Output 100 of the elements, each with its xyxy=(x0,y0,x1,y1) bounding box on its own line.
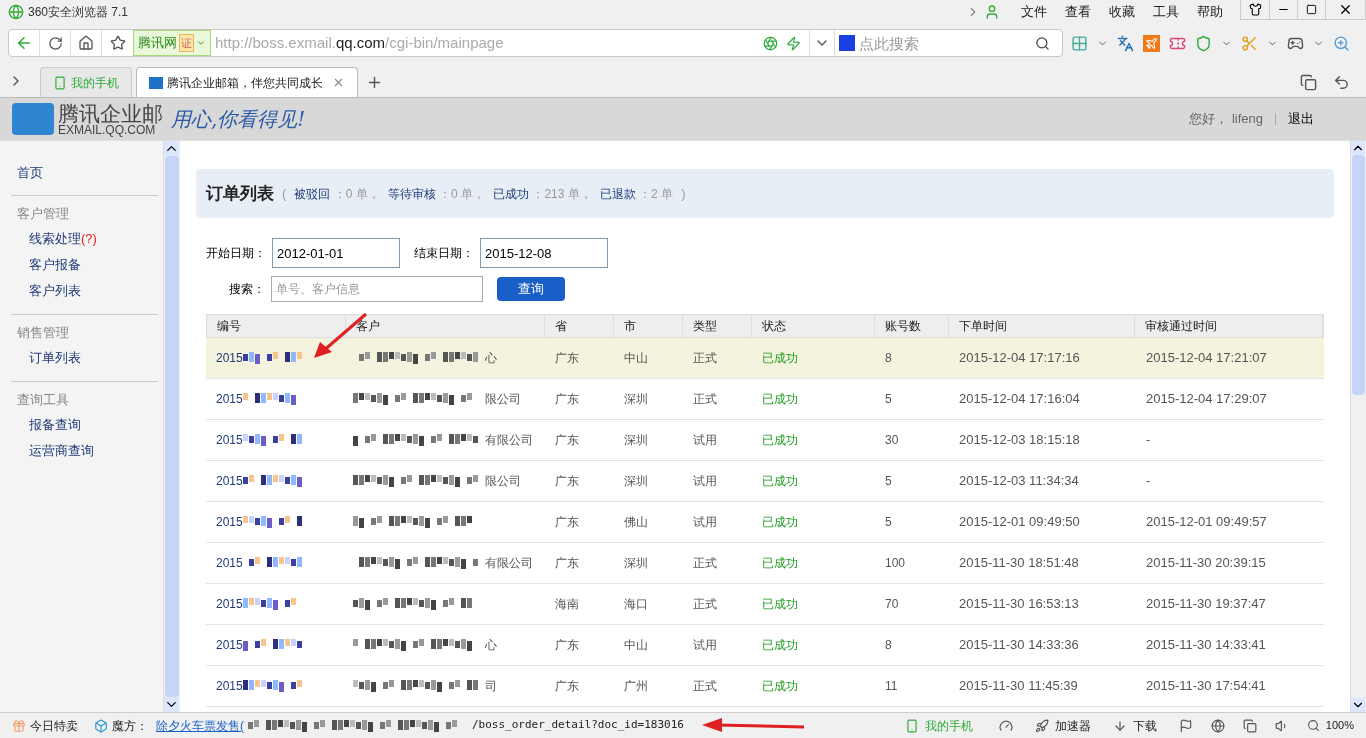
scrollbar[interactable] xyxy=(163,141,180,712)
column-header: 下单时间 xyxy=(948,315,1136,337)
menu-item[interactable]: 工具 xyxy=(1144,2,1188,22)
zoom-icon[interactable] xyxy=(1306,719,1320,732)
apps-icon[interactable] xyxy=(1071,34,1088,52)
customer-name: 司 xyxy=(485,678,497,695)
end-date-field[interactable]: 2015-12-08 xyxy=(480,238,608,268)
user-icon[interactable] xyxy=(984,4,1000,20)
search-label: 搜索： xyxy=(229,281,265,298)
new-tab-icon[interactable] xyxy=(366,74,383,91)
order-search-field[interactable]: 单号、客户信息 xyxy=(271,276,483,302)
table-cell: 2015-12-03 18:15:18 xyxy=(959,432,1080,448)
table-cell: 佛山 xyxy=(624,515,648,529)
status-text: 已成功 xyxy=(762,392,798,406)
sidebar-item[interactable]: 首页 xyxy=(11,163,158,185)
order-number[interactable]: 2015 xyxy=(216,636,243,654)
sidebar-item[interactable]: 客户报备 xyxy=(11,252,158,278)
table-cell: 广东 xyxy=(555,638,579,652)
table-cell: 正式 xyxy=(693,392,717,406)
rocket-icon[interactable] xyxy=(1034,718,1049,733)
window-icon[interactable] xyxy=(1242,718,1257,733)
status-text: 已成功 xyxy=(762,474,798,488)
logo-name: 腾讯企业邮 xyxy=(58,102,163,124)
close-tab-icon[interactable] xyxy=(332,76,345,89)
scroll-down-icon[interactable] xyxy=(1351,698,1365,712)
greeting: 您好， xyxy=(1188,110,1228,129)
table-cell: 2015-11-30 17:54:41 xyxy=(1146,678,1266,694)
pixelated-text-drawing xyxy=(242,434,303,446)
slogan: 用心,你看得见! xyxy=(171,106,306,133)
start-date-field[interactable]: 2012-01-01 xyxy=(272,238,400,268)
zoom-level[interactable]: 100% xyxy=(1325,717,1354,734)
scroll-down-icon[interactable] xyxy=(164,697,179,712)
table-cell: 2015-11-30 14:33:36 xyxy=(959,637,1079,653)
table-cell: - xyxy=(1146,473,1151,489)
sidebar-item[interactable]: 线索处理(?) xyxy=(11,226,158,252)
order-number[interactable]: 2015 xyxy=(216,390,243,408)
sidebar-item[interactable]: 客户列表 xyxy=(11,278,158,304)
order-number[interactable]: 2015 xyxy=(216,677,243,695)
logout-link[interactable]: 退出 xyxy=(1288,109,1314,129)
sidebar-item[interactable]: 运营商查询 xyxy=(11,438,158,464)
flag-icon[interactable] xyxy=(1178,718,1193,733)
globe-icon[interactable] xyxy=(1210,718,1225,733)
summary-panel: 订单列表 ( 被驳回 ：0 单， 等待审核 ：0 单， 已成功 ：213 单， 已退款 ：2 单 ) xyxy=(196,169,1334,218)
daily-deals-label[interactable]: 今日特卖 xyxy=(30,716,78,735)
download-icon[interactable] xyxy=(1112,718,1127,733)
shirt-icon xyxy=(1248,3,1262,16)
table-cell: 正式 xyxy=(693,556,717,570)
status-text: 已成功 xyxy=(762,597,798,611)
table-cell: 2015-12-03 11:34:34 xyxy=(959,473,1079,489)
browser-tab[interactable]: 腾讯企业邮箱，伴您共同成长 xyxy=(136,67,358,97)
menu-item[interactable]: 收藏 xyxy=(1100,2,1144,22)
cube-label: 魔方： xyxy=(112,717,148,735)
menu-item[interactable]: 查看 xyxy=(1056,2,1100,22)
status-text: 已成功 xyxy=(762,679,798,693)
cube-icon[interactable] xyxy=(94,718,108,733)
status-text: 已成功 xyxy=(762,556,798,570)
pixelated-text-drawing xyxy=(242,352,303,364)
download-label[interactable]: 下载 xyxy=(1132,716,1157,735)
order-number[interactable]: 2015 xyxy=(216,554,243,572)
customer-name: 心 xyxy=(485,350,497,367)
undo-icon[interactable] xyxy=(1333,74,1350,91)
table-cell: 2015-12-01 09:49:57 xyxy=(1146,514,1267,530)
magnifier-icon[interactable] xyxy=(1333,34,1350,52)
stat-label: 被驳回 ：0 单， xyxy=(294,185,380,203)
translate-icon[interactable] xyxy=(1117,34,1134,52)
menu-item[interactable]: 文件 xyxy=(1012,2,1056,22)
order-number[interactable]: 2015 xyxy=(216,595,243,613)
shield-icon[interactable] xyxy=(1195,34,1212,52)
order-number[interactable]: 2015 xyxy=(216,349,243,367)
end-date-label: 结束日期： xyxy=(414,245,474,262)
table-cell: 正式 xyxy=(693,679,717,693)
table-row[interactable]: 2015 心 广东 中山 正式 已成功 8 2015-12-04 17:17:16 2015-12-04 17:21:07 xyxy=(206,338,1324,379)
customer-name: 限公司 xyxy=(485,391,521,408)
query-button[interactable]: 查询 xyxy=(497,277,565,301)
scroll-up-icon[interactable] xyxy=(164,141,179,156)
table-cell: 深圳 xyxy=(624,392,648,406)
sidebar-item[interactable]: 订单列表 xyxy=(11,345,158,371)
table-cell: 2015-12-04 17:16:04 xyxy=(959,391,1080,407)
table-cell: 试用 xyxy=(693,433,717,447)
accelerator-label[interactable]: 加速器 xyxy=(1054,716,1091,735)
sidebar-group-title: 销售管理 xyxy=(16,324,70,342)
menu-item[interactable]: 帮助 xyxy=(1188,2,1232,22)
table-cell: 广州 xyxy=(624,679,648,693)
scroll-up-icon[interactable] xyxy=(1351,141,1365,155)
pixelated-text-drawing xyxy=(242,639,303,651)
news-link[interactable]: 除夕火车票发售( xyxy=(156,716,244,735)
sidebar-item[interactable]: 报备查询 xyxy=(11,412,158,438)
status-text: 已成功 xyxy=(762,515,798,529)
table-cell: 深圳 xyxy=(624,474,648,488)
order-number[interactable]: 2015 xyxy=(216,431,243,449)
airplane-icon[interactable] xyxy=(1143,34,1160,52)
order-number[interactable]: 2015 xyxy=(216,513,243,531)
table-cell: 2015-12-04 17:29:07 xyxy=(1146,391,1267,407)
gauge-icon[interactable] xyxy=(998,718,1013,733)
logo-icon xyxy=(12,103,54,135)
tabs-icon[interactable] xyxy=(1300,74,1317,91)
order-number[interactable]: 2015 xyxy=(216,472,243,490)
table-cell: 11 xyxy=(885,679,898,693)
scrollbar[interactable] xyxy=(1350,141,1366,712)
sidebar-group-title: 查询工具 xyxy=(16,391,70,409)
